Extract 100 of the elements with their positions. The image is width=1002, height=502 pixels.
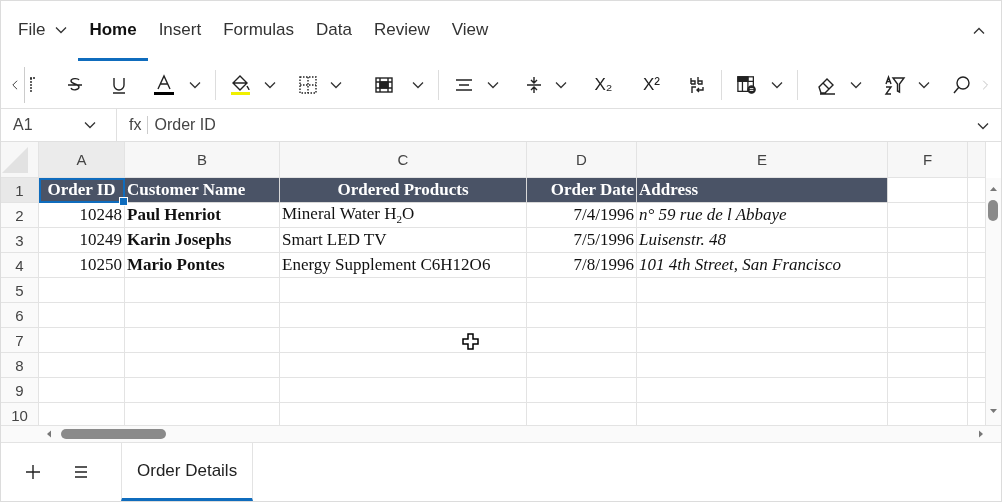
column-header[interactable]: A xyxy=(39,142,125,178)
column-header[interactable]: C xyxy=(280,142,527,178)
superscript-button[interactable]: X² xyxy=(640,74,663,95)
fill-handle[interactable] xyxy=(119,197,128,206)
column-header[interactable]: E xyxy=(637,142,888,178)
chevron-down-icon[interactable] xyxy=(917,80,930,89)
vertical-scrollbar[interactable] xyxy=(986,178,1001,425)
table-cell[interactable]: 10249 xyxy=(39,228,125,253)
row-header[interactable]: 8 xyxy=(1,353,39,378)
table-cell[interactable]: 7/8/1996 xyxy=(527,253,637,278)
row-header[interactable]: 10 xyxy=(1,403,39,425)
table-cell[interactable]: Luisenstr. 48 xyxy=(637,228,888,253)
scroll-up-icon[interactable] xyxy=(990,187,997,191)
header-cell[interactable]: Address xyxy=(637,178,888,203)
column-header[interactable]: D xyxy=(527,142,637,178)
table-cell[interactable] xyxy=(888,378,968,403)
table-cell[interactable] xyxy=(280,378,527,403)
chevron-down-icon[interactable] xyxy=(189,80,202,89)
table-cell[interactable]: Mario Pontes xyxy=(125,253,280,278)
table-cell[interactable]: Karin Josephs xyxy=(125,228,280,253)
row-header[interactable]: 4 xyxy=(1,253,39,278)
table-cell[interactable] xyxy=(637,353,888,378)
table-cell[interactable] xyxy=(637,303,888,328)
ribbon-tab[interactable]: Data xyxy=(305,1,363,61)
table-cell[interactable] xyxy=(280,278,527,303)
table-cell[interactable]: Energy Supplement C6H12O6 xyxy=(280,253,527,278)
fill-color-icon[interactable] xyxy=(229,73,252,96)
chevron-down-icon[interactable] xyxy=(55,25,68,34)
scrollbar-thumb[interactable] xyxy=(61,429,166,439)
chevron-down-icon[interactable] xyxy=(329,80,342,89)
ribbon-tab[interactable]: Review xyxy=(362,1,441,61)
scrollbar-thumb[interactable] xyxy=(988,200,998,221)
collapse-icon[interactable] xyxy=(973,27,985,35)
table-cell[interactable] xyxy=(527,353,637,378)
table-cell[interactable] xyxy=(888,203,968,228)
chevron-down-icon[interactable] xyxy=(84,121,96,129)
table-cell[interactable] xyxy=(888,328,968,353)
column-header[interactable]: F xyxy=(888,142,968,178)
vertical-align-icon[interactable] xyxy=(524,74,543,95)
table-cell[interactable] xyxy=(280,303,527,328)
scroll-right-icon[interactable] xyxy=(979,430,983,438)
table-cell[interactable]: 101 4th Street, San Francisco xyxy=(637,253,888,278)
table-cell[interactable]: Smart LED TV xyxy=(280,228,527,253)
table-cell[interactable] xyxy=(527,303,637,328)
column-header[interactable] xyxy=(968,142,986,178)
chevron-down-icon[interactable] xyxy=(263,80,276,89)
font-color-icon[interactable] xyxy=(153,73,176,96)
header-cell[interactable]: Order ID xyxy=(39,178,125,203)
table-cell[interactable] xyxy=(125,353,280,378)
table-cell[interactable] xyxy=(125,303,280,328)
chevron-down-icon[interactable] xyxy=(411,80,424,89)
table-cell[interactable]: 7/4/1996 xyxy=(527,203,637,228)
add-sheet-icon[interactable] xyxy=(23,462,43,482)
ribbon-tab[interactable]: Home xyxy=(78,1,148,61)
borders-icon[interactable] xyxy=(297,74,318,95)
table-cell[interactable] xyxy=(527,278,637,303)
table-cell[interactable] xyxy=(888,178,968,203)
table-cell[interactable] xyxy=(888,353,968,378)
table-cell[interactable] xyxy=(39,278,125,303)
row-header[interactable]: 2 xyxy=(1,203,39,228)
table-cell[interactable]: 7/5/1996 xyxy=(527,228,637,253)
select-all-button[interactable] xyxy=(1,142,39,178)
scroll-down-icon[interactable] xyxy=(990,409,997,413)
file-menu[interactable]: File xyxy=(18,1,79,61)
ribbon-tab[interactable]: View xyxy=(440,1,500,61)
chevron-down-icon[interactable] xyxy=(486,80,499,89)
ribbon-tab[interactable]: Insert xyxy=(147,1,213,61)
table-cell[interactable]: n° 59 rue de l Abbaye xyxy=(637,203,888,228)
table-cell[interactable] xyxy=(637,328,888,353)
formula-field[interactable]: Order ID xyxy=(154,116,977,134)
table-cell[interactable] xyxy=(888,303,968,328)
table-cell[interactable]: 10248 xyxy=(39,203,125,228)
table-cell[interactable] xyxy=(125,378,280,403)
chevron-down-icon[interactable] xyxy=(771,80,784,89)
table-cell[interactable] xyxy=(637,278,888,303)
table-cell[interactable]: Mineral Water H$_{2}$O xyxy=(280,203,527,228)
ribbon-tab[interactable]: Formulas xyxy=(212,1,306,61)
table-cell[interactable] xyxy=(527,378,637,403)
search-icon[interactable] xyxy=(951,74,972,95)
row-header[interactable]: 5 xyxy=(1,278,39,303)
name-box[interactable]: A1 xyxy=(1,109,117,141)
row-header[interactable]: 7 xyxy=(1,328,39,353)
table-cell[interactable] xyxy=(888,228,968,253)
merge-cells-icon[interactable] xyxy=(373,74,394,95)
table-cell[interactable] xyxy=(527,328,637,353)
chevron-down-icon[interactable] xyxy=(849,80,862,89)
header-cell[interactable]: Order Date xyxy=(527,178,637,203)
subscript-button[interactable]: X₂ xyxy=(592,74,615,95)
table-cell[interactable]: Paul Henriot xyxy=(125,203,280,228)
table-cell[interactable]: 10250 xyxy=(39,253,125,278)
header-cell[interactable]: Customer Name xyxy=(125,178,280,203)
scroll-left-icon[interactable] xyxy=(47,430,51,438)
table-cell[interactable] xyxy=(280,353,527,378)
table-cell[interactable] xyxy=(637,378,888,403)
sheet-tab[interactable]: Order Details xyxy=(121,443,254,501)
table-cell[interactable] xyxy=(888,253,968,278)
row-header[interactable]: 3 xyxy=(1,228,39,253)
row-header[interactable]: 9 xyxy=(1,378,39,403)
wrap-text-icon[interactable] xyxy=(688,74,707,95)
table-cell[interactable] xyxy=(125,278,280,303)
